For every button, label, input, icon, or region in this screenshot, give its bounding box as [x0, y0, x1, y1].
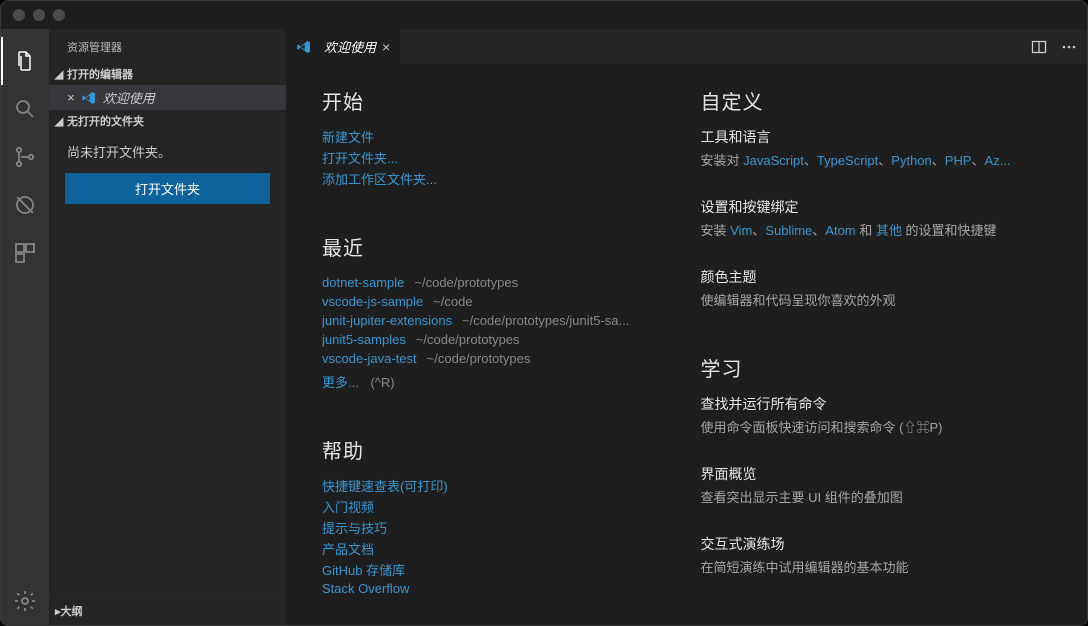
help-heading: 帮助 — [322, 435, 673, 464]
tools-title: 工具和语言 — [701, 127, 1052, 147]
chevron-down-icon: ◢ — [53, 115, 65, 128]
more-icon[interactable] — [1061, 39, 1077, 55]
tools-lang-link[interactable]: TypeScript — [817, 153, 878, 168]
recent-item[interactable]: dotnet-sample ~/code/prototypes — [322, 273, 673, 292]
recent-item-path: ~/code/prototypes — [427, 351, 531, 366]
open-folder-button[interactable]: 打开文件夹 — [65, 173, 270, 204]
recent-list: dotnet-sample ~/code/prototypes vscode-js-… — [322, 273, 673, 368]
activity-debug[interactable] — [1, 181, 49, 229]
activity-settings[interactable] — [1, 577, 49, 625]
tab-label: 欢迎使用 — [324, 37, 376, 56]
recent-item[interactable]: vscode-js-sample ~/code — [322, 292, 673, 311]
help-list: 快捷键速查表(可打印) 入门视频提示与技巧产品文档 GitHub 存储库 Stack … — [322, 476, 673, 596]
recent-heading: 最近 — [322, 232, 673, 261]
traffic-minimize[interactable] — [33, 9, 45, 21]
help-link[interactable]: 快捷键速查表(可打印) — [322, 476, 673, 495]
tools-lang-link[interactable]: Python — [891, 153, 931, 168]
help-link[interactable]: Stack Overflow — [322, 581, 673, 596]
vscode-icon — [81, 90, 97, 106]
tab-close-icon[interactable]: × — [382, 39, 390, 55]
vscode-icon — [296, 39, 312, 55]
tools-lang-link[interactable]: JavaScript — [743, 153, 804, 168]
learn-item-title[interactable]: 界面概览 — [701, 464, 1052, 484]
recent-item-name[interactable]: dotnet-sample — [322, 275, 404, 290]
activity-source-control[interactable] — [1, 133, 49, 181]
split-editor-icon[interactable] — [1031, 39, 1047, 55]
learn-item-body: 在简短演练中试用编辑器的基本功能 — [701, 559, 1052, 576]
recent-item[interactable]: junit5-samples ~/code/prototypes — [322, 330, 673, 349]
help-link[interactable]: 提示与技巧 — [322, 518, 673, 537]
close-icon[interactable]: × — [67, 90, 75, 105]
tools-lang-link[interactable]: PHP — [945, 153, 972, 168]
keymap-other-link[interactable]: 其他 — [876, 223, 902, 238]
recent-item[interactable]: junit-jupiter-extensions ~/code/prototype… — [322, 311, 673, 330]
welcome-page: 开始 新建文件 打开文件夹... 添加工作区文件夹... 最近 dotnet-s… — [286, 64, 1087, 625]
tools-body: 安装对 JavaScript、TypeScript、Python、PHP、Az.… — [701, 152, 1052, 169]
tab-bar: 欢迎使用 × — [286, 29, 1087, 64]
recent-item-name[interactable]: junit5-samples — [322, 332, 406, 347]
recent-item-path: ~/code — [433, 294, 472, 309]
recent-item-path: ~/code/prototypes — [416, 332, 520, 347]
keymap-link[interactable]: Vim — [730, 223, 752, 238]
theme-body: 使编辑器和代码呈现你喜欢的外观 — [701, 292, 1052, 309]
recent-item-path: ~/code/prototypes/junit5-sa... — [462, 313, 629, 328]
open-editor-item[interactable]: × 欢迎使用 — [49, 85, 286, 110]
explorer-sidebar: 资源管理器 ◢ 打开的编辑器 × 欢迎使用 ◢ 无打开的文件夹 尚未打开文件夹。… — [49, 29, 286, 625]
traffic-close[interactable] — [13, 9, 25, 21]
learn-heading: 学习 — [701, 353, 1052, 382]
recent-item-path: ~/code/prototypes — [414, 275, 518, 290]
recent-item[interactable]: vscode-java-test ~/code/prototypes — [322, 349, 673, 368]
outline-header[interactable]: ▸ 大纲 — [49, 599, 286, 625]
theme-title: 颜色主题 — [701, 267, 1052, 287]
learn-item-body: 查看突出显示主要 UI 组件的叠加图 — [701, 489, 1052, 506]
window-titlebar — [1, 1, 1087, 29]
chevron-down-icon: ◢ — [53, 68, 65, 81]
editor-area: 欢迎使用 × 开始 新建文件 打开文件夹... 添加工作区文 — [286, 29, 1087, 625]
help-link[interactable]: 产品文档 — [322, 539, 673, 558]
recent-item-name[interactable]: junit-jupiter-extensions — [322, 313, 452, 328]
help-link[interactable]: GitHub 存储库 — [322, 560, 673, 579]
learn-list: 查找并运行所有命令使用命令面板快速访问和搜索命令 (⇧⌘P) 界面概览查看突出显示… — [701, 394, 1052, 576]
learn-item-body: 使用命令面板快速访问和搜索命令 (⇧⌘P) — [701, 419, 1052, 436]
traffic-zoom[interactable] — [53, 9, 65, 21]
activity-extensions[interactable] — [1, 229, 49, 277]
learn-item-title[interactable]: 交互式演练场 — [701, 534, 1052, 554]
keymap-link[interactable]: Atom — [825, 223, 855, 238]
recent-item-name[interactable]: vscode-java-test — [322, 351, 417, 366]
keybindings-body: 安装 Vim、Sublime、Atom 和 其他 的设置和快捷键 — [701, 222, 1052, 239]
recent-more-hint: (^R) — [370, 375, 394, 390]
new-file-link[interactable]: 新建文件 — [322, 127, 673, 146]
no-folder-text: 尚未打开文件夹。 — [49, 132, 286, 173]
keybindings-title: 设置和按键绑定 — [701, 197, 1052, 217]
start-heading: 开始 — [322, 86, 673, 115]
activity-search[interactable] — [1, 85, 49, 133]
recent-more-link[interactable]: 更多... — [322, 375, 359, 390]
help-link[interactable]: 入门视频 — [322, 497, 673, 516]
add-workspace-link[interactable]: 添加工作区文件夹... — [322, 169, 673, 188]
no-folder-header[interactable]: ◢ 无打开的文件夹 — [49, 110, 286, 132]
keymap-link[interactable]: Sublime — [765, 223, 812, 238]
open-editor-label: 欢迎使用 — [103, 88, 155, 107]
activity-bar — [1, 29, 49, 625]
customize-heading: 自定义 — [701, 86, 1052, 115]
tools-lang-link[interactable]: Az... — [985, 153, 1011, 168]
activity-explorer[interactable] — [1, 37, 49, 85]
tab-welcome[interactable]: 欢迎使用 × — [286, 29, 400, 64]
open-folder-link[interactable]: 打开文件夹... — [322, 148, 673, 167]
recent-item-name[interactable]: vscode-js-sample — [322, 294, 423, 309]
sidebar-title: 资源管理器 — [49, 29, 286, 63]
open-editors-header[interactable]: ◢ 打开的编辑器 — [49, 63, 286, 85]
learn-item-title[interactable]: 查找并运行所有命令 — [701, 394, 1052, 414]
